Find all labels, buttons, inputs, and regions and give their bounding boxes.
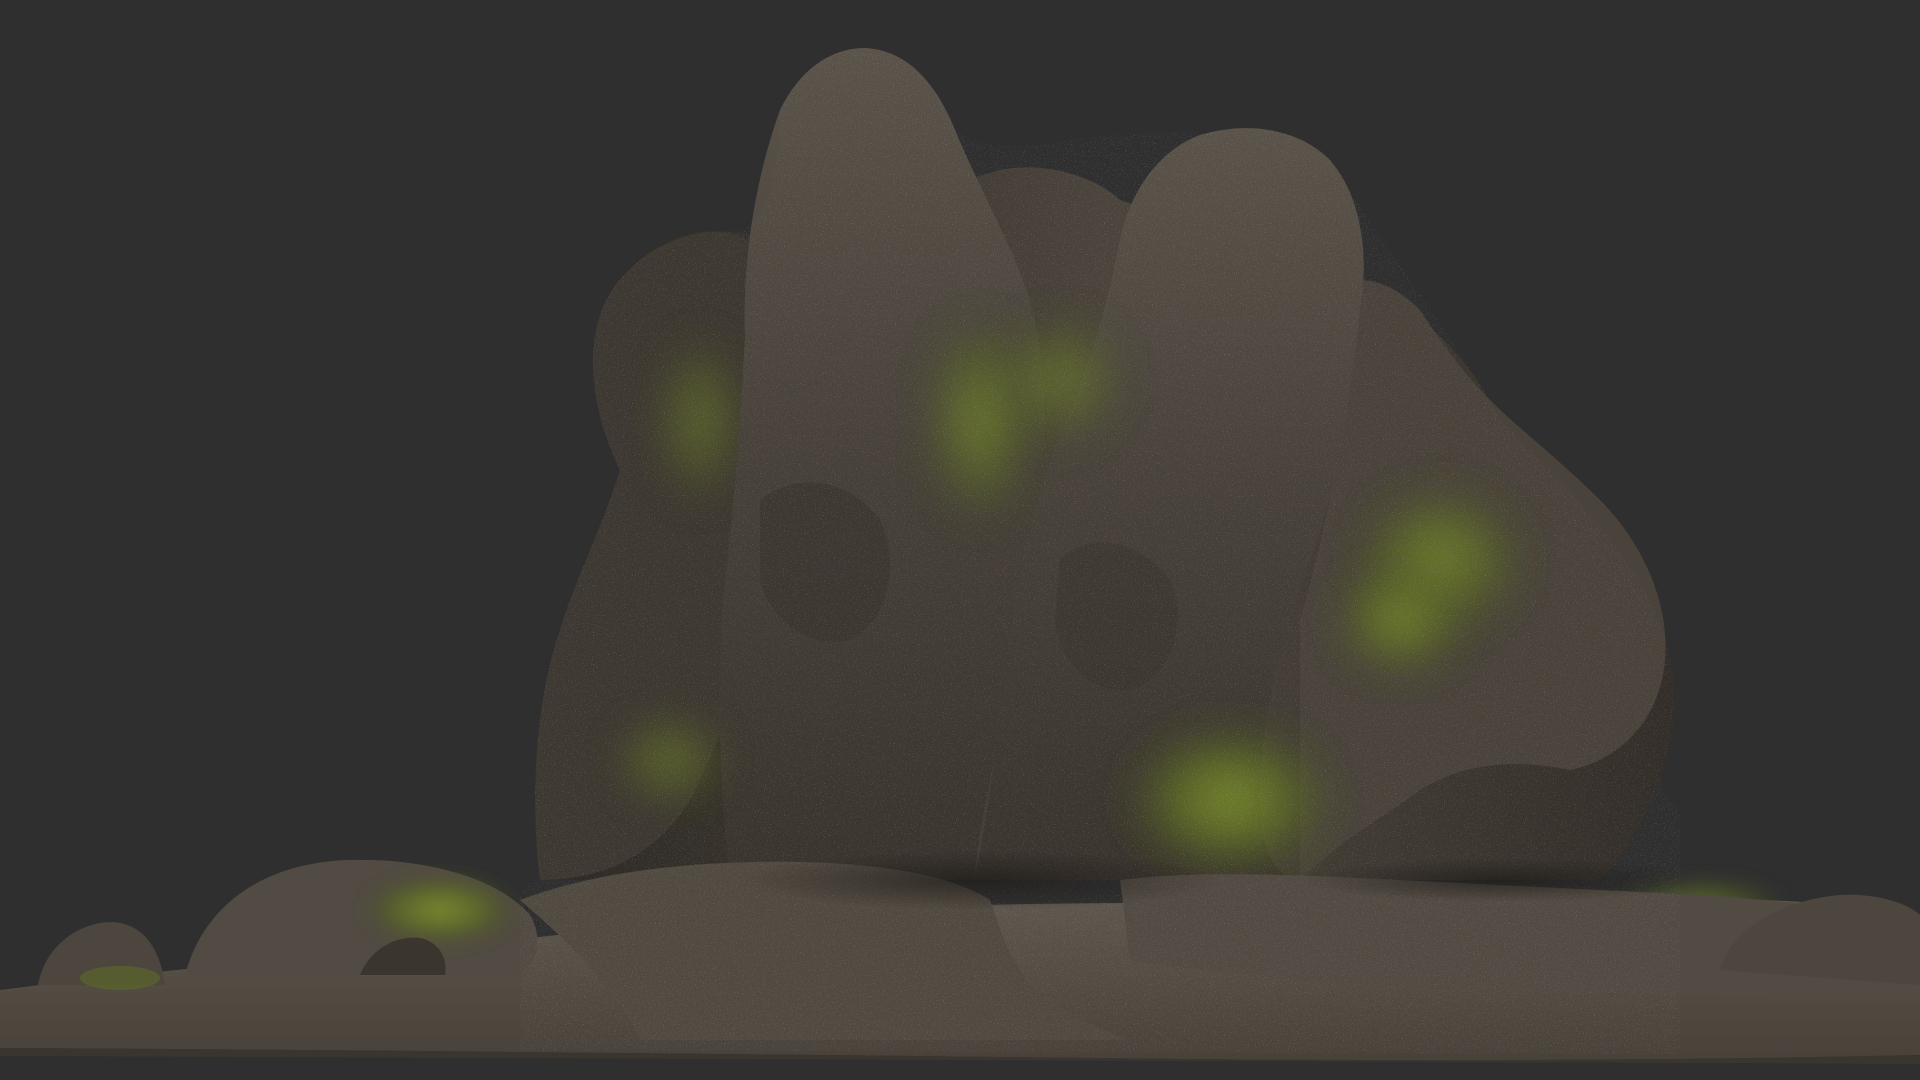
viewport (0, 0, 1920, 1080)
surface-speckles (520, 48, 1680, 1055)
small-boulder-left (38, 922, 165, 990)
rock-render (0, 48, 1920, 1064)
boulder-left (185, 859, 538, 975)
